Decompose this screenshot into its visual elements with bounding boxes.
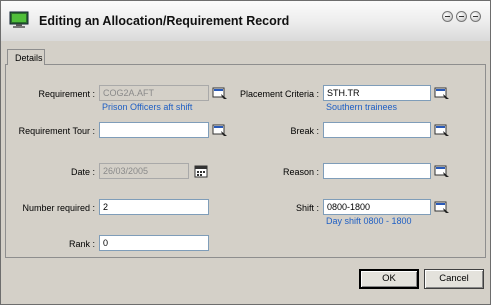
date-input[interactable]: 26/03/2005 (99, 163, 189, 179)
requirement-tour-lookup-icon[interactable] (212, 122, 228, 138)
tab-details[interactable]: Details (7, 49, 45, 65)
ok-button[interactable]: OK (359, 269, 419, 289)
break-input[interactable] (323, 122, 431, 138)
shift-label: Shift : (295, 203, 319, 213)
tab-details-label: Details (15, 53, 43, 63)
number-required-label: Number required : (22, 203, 95, 213)
requirement-lookup-icon[interactable] (212, 85, 228, 101)
reason-lookup-icon[interactable] (434, 163, 450, 179)
reason-label: Reason : (282, 167, 319, 177)
minimize-button[interactable] (456, 11, 467, 22)
rank-input[interactable]: 0 (99, 235, 209, 251)
break-lookup-icon[interactable] (434, 122, 450, 138)
date-label: Date : (70, 167, 95, 177)
cancel-button[interactable]: Cancel (424, 269, 484, 289)
app-monitor-icon (9, 11, 29, 28)
requirement-input[interactable]: COG2A.AFT (99, 85, 209, 101)
restore-button[interactable] (442, 11, 453, 22)
placement-criteria-description: Southern trainees (326, 102, 398, 112)
requirement-tour-input[interactable] (99, 122, 209, 138)
shift-lookup-icon[interactable] (434, 199, 450, 215)
window-title: Editing an Allocation/Requirement Record (39, 14, 290, 28)
shift-input[interactable]: 0800-1800 (323, 199, 431, 215)
placement-criteria-label: Placement Criteria : (239, 89, 319, 99)
dialog-window: Editing an Allocation/Requirement Record… (0, 0, 491, 305)
placement-criteria-input[interactable]: STH.TR (323, 85, 431, 101)
requirement-tour-label: Requirement Tour : (18, 126, 95, 136)
requirement-label: Requirement : (38, 89, 95, 99)
close-button[interactable] (470, 11, 481, 22)
reason-input[interactable] (323, 163, 431, 179)
calendar-icon[interactable] (193, 163, 209, 179)
number-required-input[interactable]: 2 (99, 199, 209, 215)
break-label: Break : (290, 126, 319, 136)
requirement-description: Prison Officers aft shift (102, 102, 193, 112)
shift-description: Day shift 0800 - 1800 (326, 216, 412, 226)
rank-label: Rank : (68, 239, 95, 249)
title-bar[interactable]: Editing an Allocation/Requirement Record (1, 1, 490, 41)
placement-criteria-lookup-icon[interactable] (434, 85, 450, 101)
